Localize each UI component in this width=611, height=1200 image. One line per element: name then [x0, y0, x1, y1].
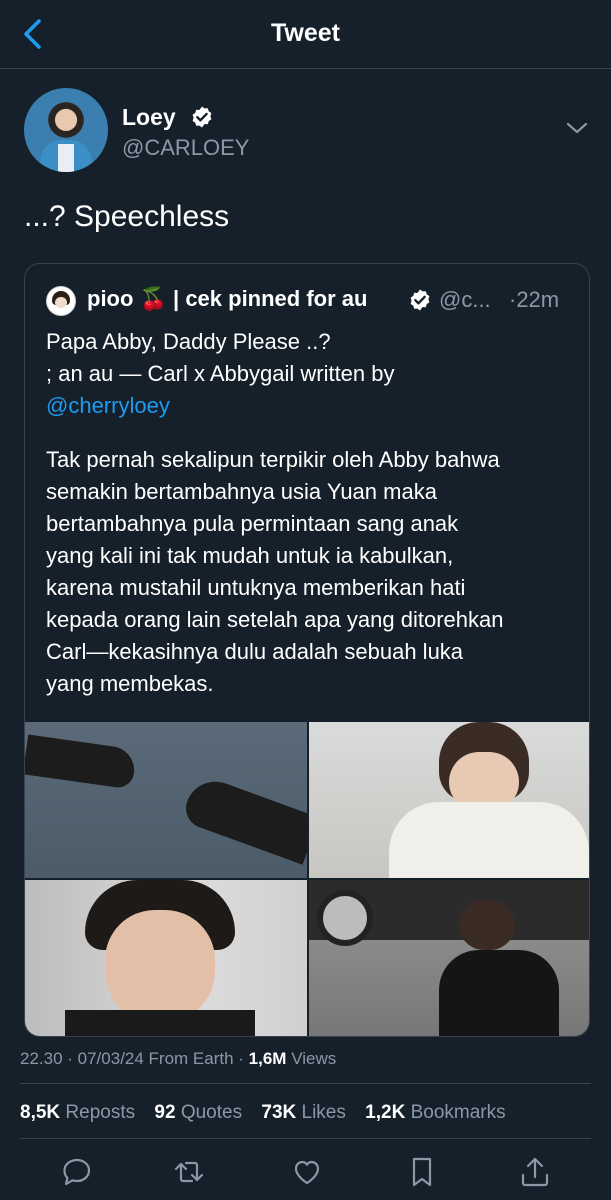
photo-man-white-sweater[interactable]	[309, 722, 589, 878]
quoted-timestamp: ·22m	[509, 287, 560, 312]
views-count: 1,6M	[248, 1049, 287, 1068]
author-name[interactable]: Loey	[122, 104, 176, 131]
bookmarks-stat[interactable]: 1,2K Bookmarks	[365, 1102, 505, 1123]
divider	[20, 1138, 591, 1139]
quoted-text-line: kepada orang lain setelah apa yang ditor…	[46, 607, 504, 632]
like-heart-icon[interactable]	[290, 1155, 324, 1189]
quoted-text-line: Papa Abby, Daddy Please ..?	[46, 329, 331, 354]
quoted-text-line: semakin bertambahnya usia Yuan maka	[46, 479, 437, 504]
quoted-text-line: Carl—kekasihnya dulu adalah sebuah luka	[46, 639, 464, 664]
tweet-timestamp: 22.30 · 07/03/24 From Earth ·	[20, 1049, 249, 1068]
quoted-tweet[interactable]: pioo 🍒 | cek pinned for au @c... ·22m Pa…	[24, 263, 590, 1037]
quoted-text-line: Tak pernah sekalipun terpikir oleh Abby …	[46, 447, 500, 472]
quoted-text-line: yang membekas.	[46, 671, 214, 696]
verified-badge-icon	[410, 289, 430, 311]
tweet-author: Loey @CARLOEY	[24, 88, 594, 178]
media-grid	[25, 722, 589, 1036]
engagement-stats: 8,5K Reposts 92 Quotes 73K Likes 1,2K Bo…	[20, 1102, 520, 1124]
chevron-down-icon[interactable]	[564, 118, 590, 138]
author-handle[interactable]: @CARLOEY	[122, 135, 249, 161]
quotes-stat[interactable]: 92 Quotes	[154, 1102, 242, 1123]
views-label: Views	[286, 1049, 337, 1068]
divider	[20, 1083, 591, 1084]
tweet-meta: 22.30 · 07/03/24 From Earth · 1,6M Views	[20, 1049, 336, 1069]
photo-hands[interactable]	[25, 722, 307, 878]
quoted-text-line: bertambahnya pula permintaan sang anak	[46, 511, 459, 536]
photo-man-dark-hair[interactable]	[25, 880, 307, 1036]
photo-child-car[interactable]	[309, 880, 589, 1036]
bookmark-icon[interactable]	[405, 1155, 439, 1189]
quoted-text-line: ; an au — Carl x Abbygail written by	[46, 361, 395, 386]
quoted-text: Papa Abby, Daddy Please ..? ; an au — Ca…	[46, 326, 576, 700]
share-icon[interactable]	[518, 1155, 552, 1189]
quoted-text-line: yang kali ini tak mudah untuk ia kabulka…	[46, 543, 454, 568]
mention-link[interactable]: @cherryloey	[46, 390, 576, 422]
top-bar: Tweet	[0, 0, 611, 69]
reposts-stat[interactable]: 8,5K Reposts	[20, 1102, 135, 1123]
quoted-author-name[interactable]: pioo 🍒 | cek pinned for au	[87, 286, 367, 312]
quoted-author-handle[interactable]: @c...	[439, 287, 491, 313]
verified-badge-icon	[192, 106, 212, 128]
likes-stat[interactable]: 73K Likes	[261, 1102, 346, 1123]
tweet-text: ...? Speechless	[24, 200, 230, 233]
reply-icon[interactable]	[60, 1155, 94, 1189]
quoted-text-line: karena mustahil untuknya memberikan hati	[46, 575, 466, 600]
page-title: Tweet	[271, 19, 340, 47]
avatar[interactable]	[24, 88, 108, 172]
quoted-avatar[interactable]	[46, 286, 76, 316]
repost-icon[interactable]	[172, 1155, 206, 1189]
